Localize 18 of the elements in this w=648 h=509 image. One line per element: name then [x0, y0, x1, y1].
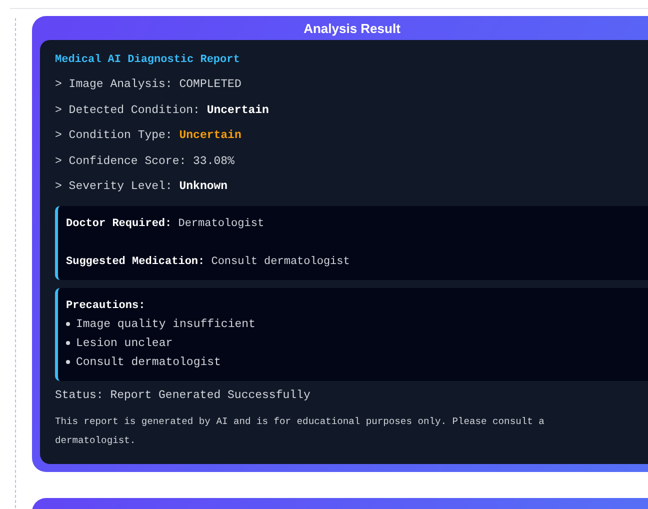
report-line: > Severity Level: Unknown — [55, 180, 229, 195]
report-line: > Condition Type: Uncertain — [55, 129, 242, 144]
bullet-icon — [66, 341, 70, 345]
bullet-icon — [66, 360, 70, 364]
status-text: Status: Report Generated Successfully — [55, 388, 312, 402]
report-line: > Confidence Score: 33.08% — [55, 154, 236, 170]
report-line: > Image Analysis: COMPLETED — [55, 78, 242, 93]
disclaimer-text: This report is generated by AI and is for educational purposes only. Please consult a dermatologist. — [55, 414, 546, 448]
bullet-icon — [66, 322, 70, 326]
report-heading: Medical AI Diagnostic Report — [55, 54, 241, 66]
precaution-item: Image quality insufficient — [76, 316, 256, 332]
medication-line: Suggested Medication: Consult dermatologist — [66, 254, 351, 270]
report-line: > Detected Condition: Uncertain — [55, 104, 270, 118]
doctor-line: Doctor Required: Dermatologist — [66, 216, 266, 232]
precaution-item: Lesion unclear — [76, 336, 173, 352]
precaution-item: Consult dermatologist — [76, 354, 221, 370]
card-title: Analysis Result — [302, 20, 402, 38]
precautions-heading: Precautions: — [66, 298, 146, 314]
